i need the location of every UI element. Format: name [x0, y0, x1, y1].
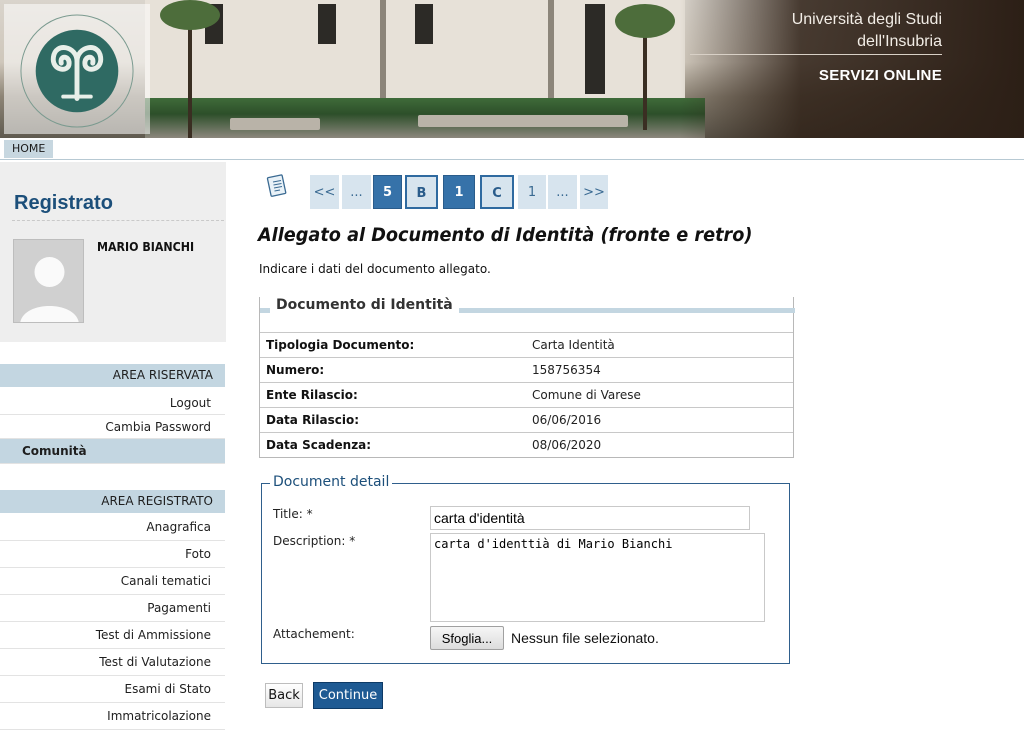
browse-file-button[interactable]: Sfoglia... — [430, 626, 504, 650]
top-nav: HOME — [0, 138, 1024, 160]
banner-window — [318, 4, 336, 44]
title-label: Title: * — [273, 507, 313, 521]
banner-tree-crown — [615, 4, 675, 38]
pager-ellipsis-left[interactable]: ... — [342, 175, 371, 209]
document-row: Data Rilascio: 06/06/2016 — [260, 407, 793, 432]
avatar — [13, 239, 84, 323]
continue-button[interactable]: Continue — [313, 682, 383, 709]
clipboard-icon — [266, 174, 287, 197]
pager-step-1-current[interactable]: 1 — [443, 175, 475, 209]
description-label: Description: * — [273, 534, 356, 548]
document-row-value: 08/06/2020 — [532, 438, 602, 452]
services-label: SERVIZI ONLINE — [818, 67, 942, 84]
banner-bench — [230, 118, 320, 130]
avatar-icon — [14, 240, 83, 322]
title-input[interactable] — [430, 506, 750, 530]
divider — [12, 220, 224, 221]
sidebar-item-comunita[interactable]: Comunità — [0, 439, 225, 464]
sidebar-title: Registrato — [14, 192, 113, 214]
document-row: Tipologia Documento: Carta Identità — [260, 332, 793, 357]
document-row-label: Ente Rilascio: — [266, 388, 358, 402]
sidebar-item-canali-tematici[interactable]: Canali tematici — [0, 568, 225, 595]
header-divider — [690, 54, 942, 55]
user-box: Registrato MARIO BIANCHI — [0, 162, 226, 342]
document-row-value: 06/06/2016 — [532, 413, 602, 427]
university-name: Università degli Studi dell'Insubria — [692, 9, 942, 53]
university-logo[interactable] — [18, 12, 136, 130]
document-detail-form: Document detail Title: * Description: * … — [261, 474, 790, 664]
banner-window — [415, 4, 433, 44]
document-row-label: Data Rilascio: — [266, 413, 360, 427]
pager-last[interactable]: >> — [580, 175, 608, 209]
sidebar-item-test-valutazione[interactable]: Test di Valutazione — [0, 649, 225, 676]
sidebar-item-cambia-password[interactable]: Cambia Password — [0, 415, 225, 439]
document-detail-legend: Document detail — [270, 474, 393, 490]
document-row-value: Comune di Varese — [532, 388, 641, 402]
pager-step-b[interactable]: B — [405, 175, 438, 209]
document-row-label: Tipologia Documento: — [266, 338, 415, 352]
home-tab[interactable]: HOME — [4, 140, 54, 158]
banner-tree-crown — [160, 0, 220, 30]
area-registrato-heading: AREA REGISTRATO — [0, 490, 225, 513]
sidebar-item-immatricolazione[interactable]: Immatricolazione — [0, 703, 225, 730]
banner-bench — [418, 115, 628, 127]
sidebar: Registrato MARIO BIANCHI AREA RISERVATA … — [0, 162, 226, 731]
area-riservata-heading: AREA RISERVATA — [0, 364, 225, 387]
pager-step-c[interactable]: C — [480, 175, 514, 209]
back-button[interactable]: Back — [265, 683, 303, 708]
document-summary: Documento di Identità Tipologia Document… — [259, 297, 795, 458]
document-row-label: Numero: — [266, 363, 325, 377]
document-legend: Documento di Identità — [270, 297, 459, 313]
banner-door — [585, 4, 605, 94]
document-row: Ente Rilascio: Comune di Varese — [260, 382, 793, 407]
page-title: Allegato al Documento di Identità (front… — [258, 224, 753, 246]
no-file-selected-text: Nessun file selezionato. — [511, 630, 659, 646]
sidebar-item-anagrafica[interactable]: Anagrafica — [0, 514, 225, 541]
sidebar-item-pagamenti[interactable]: Pagamenti — [0, 595, 225, 622]
intro-text: Indicare i dati del documento allegato. — [259, 262, 491, 276]
user-name: MARIO BIANCHI — [97, 240, 195, 254]
pager-first[interactable]: << — [310, 175, 339, 209]
description-textarea[interactable]: carta d'identtià di Mario Bianchi — [430, 533, 765, 622]
document-row: Numero: 158756354 — [260, 357, 793, 382]
pager-step-1-next[interactable]: 1 — [518, 175, 546, 209]
document-row-value: Carta Identità — [532, 338, 615, 352]
document-row: Data Scadenza: 08/06/2020 — [260, 432, 793, 457]
sidebar-item-test-ammissione[interactable]: Test di Ammissione — [0, 622, 225, 649]
banner-pillar — [380, 0, 386, 110]
document-row-value: 158756354 — [532, 363, 601, 377]
pager-ellipsis-right[interactable]: ... — [548, 175, 577, 209]
pager-step-5[interactable]: 5 — [373, 175, 402, 209]
banner-pillar — [548, 0, 554, 110]
sidebar-item-logout[interactable]: Logout — [0, 391, 225, 415]
university-name-line2: dell'Insubria — [857, 33, 942, 50]
university-name-line1: Università degli Studi — [791, 11, 942, 28]
sidebar-item-esami-di-stato[interactable]: Esami di Stato — [0, 676, 225, 703]
header-banner: Università degli Studi dell'Insubria SER… — [0, 0, 1024, 138]
sidebar-item-foto[interactable]: Foto — [0, 541, 225, 568]
document-row-label: Data Scadenza: — [266, 438, 372, 452]
attachment-label: Attachement: — [273, 627, 355, 641]
